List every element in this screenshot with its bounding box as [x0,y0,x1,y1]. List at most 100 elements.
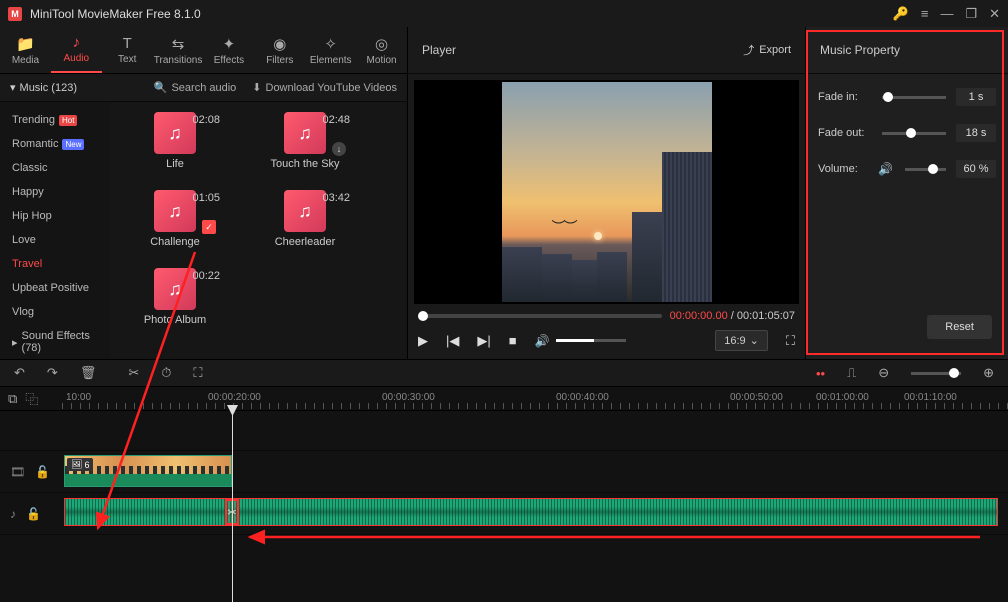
tab-elements[interactable]: ✧Elements [305,27,356,73]
close-icon[interactable]: ✕ [989,6,1000,22]
aspect-ratio-select[interactable]: 16:9⌄ [715,330,768,351]
redo-button[interactable]: ↷ [47,365,58,381]
play-button[interactable]: ▶ [418,333,428,349]
license-key-icon[interactable]: 🔑 [893,6,909,22]
crop-button[interactable]: ⛶ [193,365,202,381]
sidebar-item-trending[interactable]: TrendingHot [0,108,110,132]
minimize-icon[interactable]: — [940,6,953,21]
library-panel: 📁Media ♪Audio TText ⇆Transitions ✦Effect… [0,27,408,359]
sidebar-item-romantic[interactable]: RomanticNew [0,132,110,156]
app-logo: M [8,7,22,21]
sidebar-item-vlog[interactable]: Vlog [0,300,110,324]
next-frame-button[interactable]: ▶| [477,333,490,349]
search-audio[interactable]: 🔍Search audio [154,81,237,94]
volume-slider[interactable] [556,339,626,342]
sidebar-item-love[interactable]: Love [0,228,110,252]
search-icon: 🔍 [154,81,168,94]
sidebar-item-travel[interactable]: Travel [0,252,110,276]
video-lane[interactable]: 🎞🔓 🖼 6 [0,451,1008,493]
split-button[interactable]: ✂ [128,365,139,381]
sidebar-item-soundeffects[interactable]: ▸ Sound Effects (78) [0,324,110,359]
audio-grid: ♫02:08 Life ♫02:48↓ Touch the Sky ♫01:05… [110,102,407,359]
delete-button[interactable]: 🗑 [80,365,97,381]
download-youtube[interactable]: ⬇Download YouTube Videos [252,81,397,94]
undo-button[interactable]: ↶ [14,365,25,381]
volume-value[interactable]: 60 % [956,160,996,178]
slider-head[interactable] [883,92,893,102]
audio-lane[interactable]: ♪🔓 ✂ [0,493,1008,535]
ruler-ticks [62,403,1008,409]
fadein-slider[interactable] [882,96,946,99]
ruler-body[interactable]: 10:00 00:00:20:00 00:00:30:00 00:00:40:0… [62,387,1008,410]
tab-effects[interactable]: ✦Effects [204,27,255,73]
tab-filters[interactable]: ◉Filters [254,27,305,73]
music-thumb-icon: ♫ [154,190,196,232]
volume-label: Volume: [818,163,872,175]
menu-icon[interactable]: ≡ [921,6,929,21]
tab-transitions[interactable]: ⇆Transitions [153,27,204,73]
zoom-out-button[interactable]: ⊖ [878,365,889,381]
filters-icon: ◉ [273,35,286,53]
sub-bar-right: 🔍Search audio ⬇Download YouTube Videos [154,81,397,94]
slider-head[interactable] [928,164,938,174]
lane-spacer [0,411,1008,451]
audio-card-photoalbum[interactable]: ♫00:22 Photo Album [120,268,230,326]
lock-icon[interactable]: 🔓 [35,465,50,479]
fadein-value[interactable]: 1 s [956,88,996,106]
sidebar-item-happy[interactable]: Happy [0,180,110,204]
tab-text[interactable]: TText [102,27,153,73]
sidebar-item-hiphop[interactable]: Hip Hop [0,204,110,228]
tab-motion[interactable]: ◎Motion [356,27,407,73]
download-dot-icon[interactable]: ↓ [332,142,346,156]
marker-a-icon[interactable]: •• [816,366,825,381]
marker-b-icon[interactable]: ⎍ [847,365,856,381]
volume-prop-slider[interactable] [905,168,946,171]
stop-button[interactable]: ■ [509,333,517,348]
elements-icon: ✧ [324,35,337,53]
ruler-tick: 00:01:00:00 [816,392,869,403]
fadeout-value[interactable]: 18 s [956,124,996,142]
tab-audio[interactable]: ♪Audio [51,27,102,73]
playhead-line[interactable] [232,411,233,602]
sidebar-item-classic[interactable]: Classic [0,156,110,180]
video-clip[interactable]: 🖼 6 [64,455,232,487]
audio-card-touchthesky[interactable]: ♫02:48↓ Touch the Sky [250,112,360,170]
zoom-in-button[interactable]: ⊕ [983,365,994,381]
fadeout-row: Fade out: 18 s [818,124,996,142]
volume-control[interactable]: 🔊 [535,334,626,348]
prev-frame-button[interactable]: |◀ [446,333,459,349]
audio-card-cheerleader[interactable]: ♫03:42 Cheerleader [250,190,360,248]
fullscreen-button[interactable]: ⛶ [786,333,795,349]
reset-button[interactable]: Reset [927,315,992,339]
seek-head[interactable] [418,311,428,321]
slider-head[interactable] [906,128,916,138]
timeline-ruler[interactable]: ⧉ ⿻ 10:00 00:00:20:00 00:00:30:00 00:00:… [0,387,1008,411]
speaker-icon: 🔊 [878,162,893,176]
main-top: 📁Media ♪Audio TText ⇆Transitions ✦Effect… [0,27,1008,359]
layer-dup-icon[interactable]: ⿻ [25,389,38,408]
playback-controls: ▶ |◀ ▶| ■ 🔊 16:9⌄ ⛶ [408,326,805,359]
tab-media[interactable]: 📁Media [0,27,51,73]
layer-add-icon[interactable]: ⧉ [8,391,17,407]
category-dropdown[interactable]: ▾ Music (123) [10,81,77,94]
building-shape [542,254,572,302]
preview-header: Player ⤴Export [408,27,805,74]
zoom-slider[interactable] [911,372,961,375]
preview-canvas[interactable]: ︶︶ [414,80,799,304]
lock-icon[interactable]: 🔓 [26,507,41,521]
audio-clip[interactable]: ✂ [64,498,998,526]
maximize-icon[interactable]: ❐ [965,6,977,22]
timecode: 00:00:00.00 / 00:01:05:07 [670,310,795,322]
fadeout-slider[interactable] [882,132,946,135]
export-button[interactable]: ⤴Export [743,42,791,58]
building-shape [632,212,662,302]
video-lane-head: 🎞🔓 [0,451,62,492]
audio-lane-head: ♪🔓 [0,493,62,534]
speed-button[interactable]: ⏱ [161,365,171,381]
sidebar-item-upbeat[interactable]: Upbeat Positive [0,276,110,300]
download-icon: ⬇ [252,81,261,94]
seek-bar[interactable] [418,314,662,318]
audio-card-challenge[interactable]: ♫01:05✓ Challenge [120,190,230,248]
audio-card-life[interactable]: ♫02:08 Life [120,112,230,170]
fadein-label: Fade in: [818,91,872,103]
